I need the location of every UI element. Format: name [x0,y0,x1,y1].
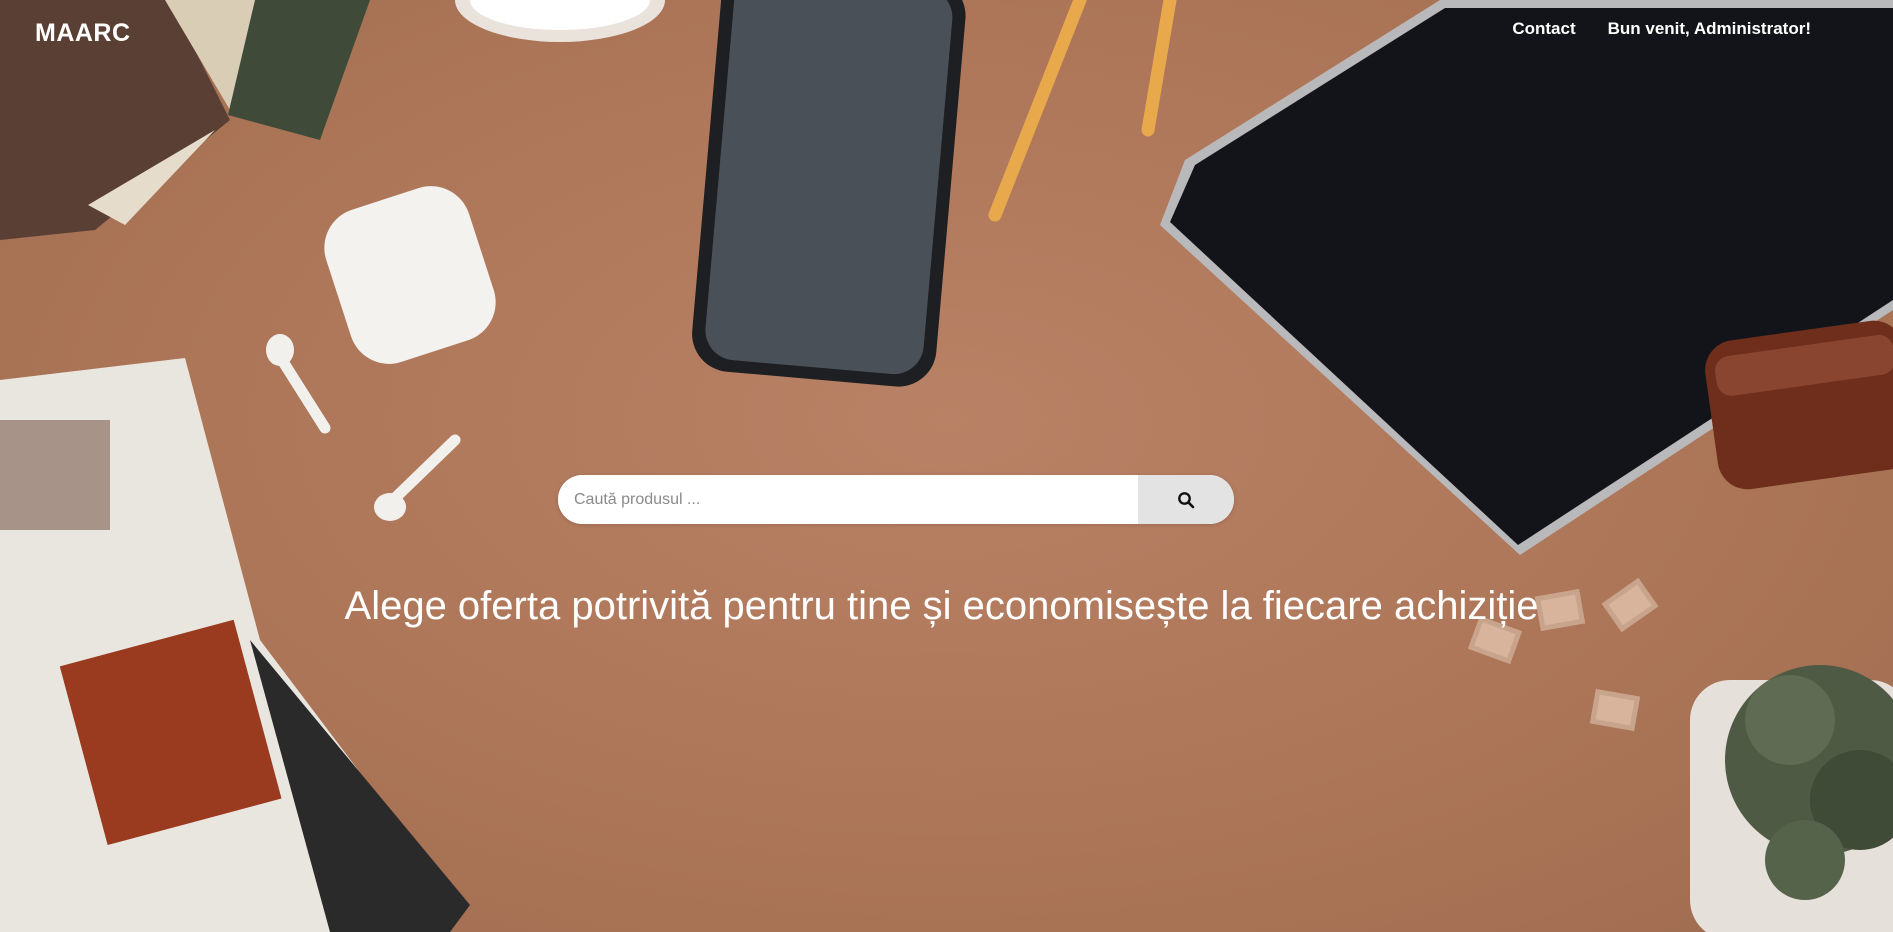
hero-section [0,0,1893,932]
search-icon [1178,491,1195,508]
hero-tagline: Alege oferta potrivită pentru tine și ec… [344,583,1539,628]
airpods-image [266,186,496,521]
top-navbar: MAARC Contact Bun venit, Administrator! [0,0,1893,64]
main-nav: Contact Bun venit, Administrator! [1512,19,1811,39]
bottle-image [1705,320,1893,490]
plant-image [1690,665,1893,932]
newspaper-image [0,358,470,932]
desk-flatlay-background [0,0,1893,932]
search-button[interactable] [1138,475,1234,524]
nav-link-account[interactable]: Bun venit, Administrator! [1608,19,1811,39]
search-bar [558,475,1234,524]
nav-link-contact[interactable]: Contact [1512,19,1575,39]
brand-logo[interactable]: MAARC [35,19,131,48]
search-input[interactable] [558,475,1138,524]
